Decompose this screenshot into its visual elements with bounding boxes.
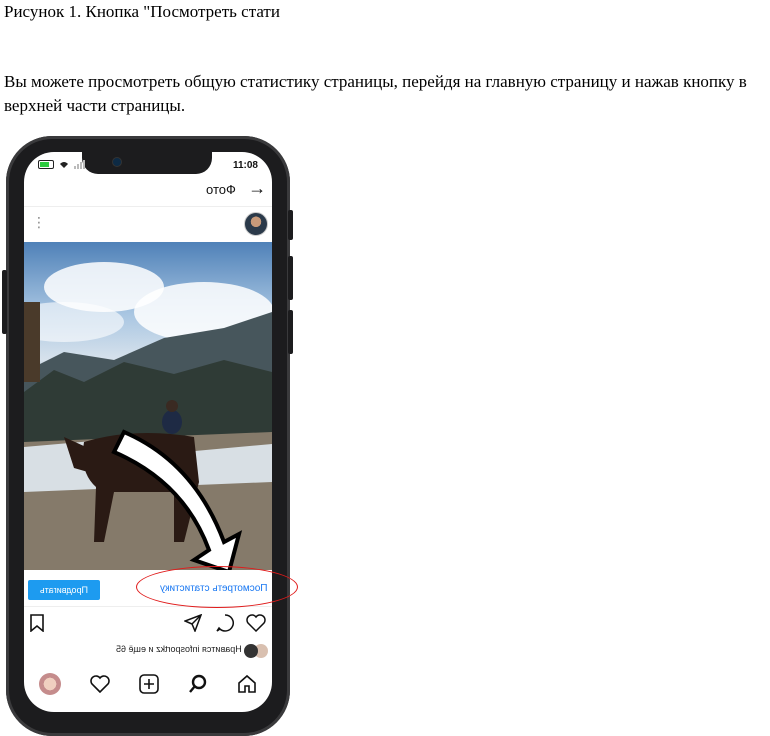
status-time: 11:08: [232, 160, 258, 171]
share-icon[interactable]: [184, 614, 202, 632]
phone-side-button: [288, 256, 293, 300]
likes-text[interactable]: Нравится infosportkz и ещё 65: [116, 644, 242, 654]
wifi-icon: [60, 162, 68, 168]
promote-button[interactable]: Продвигать: [28, 580, 100, 600]
comment-icon[interactable]: [216, 614, 234, 632]
view-stats-link[interactable]: Посмотреть статистику: [160, 583, 268, 594]
add-post-icon[interactable]: [139, 674, 159, 694]
profile-avatar[interactable]: [38, 673, 61, 695]
post-photo: [24, 242, 272, 570]
home-icon[interactable]: [237, 674, 257, 694]
bookmark-icon[interactable]: [30, 614, 44, 632]
avatar[interactable]: [244, 212, 268, 236]
heart-icon[interactable]: [246, 614, 266, 632]
camera-icon: [112, 157, 122, 167]
bottom-navigation: [24, 662, 272, 706]
instruction-paragraph: Вы можете просмотреть общую статистику с…: [4, 72, 747, 115]
phone-screen: 11:08 Фото ← ⋮ Продвигать Посмотреть ста…: [24, 152, 272, 712]
liker-avatar: [244, 644, 258, 658]
post-header: ⋮: [24, 208, 272, 242]
post-title: Фото: [206, 182, 236, 197]
status-icons: [38, 160, 86, 169]
battery-icon: [38, 160, 54, 169]
phone-side-button: [288, 210, 293, 240]
back-arrow-icon[interactable]: ←: [248, 178, 266, 199]
post-actions: [24, 606, 272, 642]
promo-bar: Продвигать Посмотреть статистику: [24, 570, 272, 607]
signal-icon: [74, 160, 85, 169]
landscape: [24, 302, 272, 570]
likes-row: Нравится infosportkz и ещё 65: [24, 642, 272, 662]
search-icon[interactable]: [188, 674, 208, 694]
figure-caption: Рисунок 1. Кнопка "Посмотреть стати: [4, 2, 280, 21]
more-options-icon[interactable]: ⋮: [32, 214, 46, 231]
phone-side-button: [288, 310, 293, 354]
phone-side-button: [2, 270, 7, 334]
phone-notch: [82, 152, 212, 174]
activity-heart-icon[interactable]: [89, 675, 110, 693]
post-top-bar: Фото ←: [24, 176, 272, 207]
